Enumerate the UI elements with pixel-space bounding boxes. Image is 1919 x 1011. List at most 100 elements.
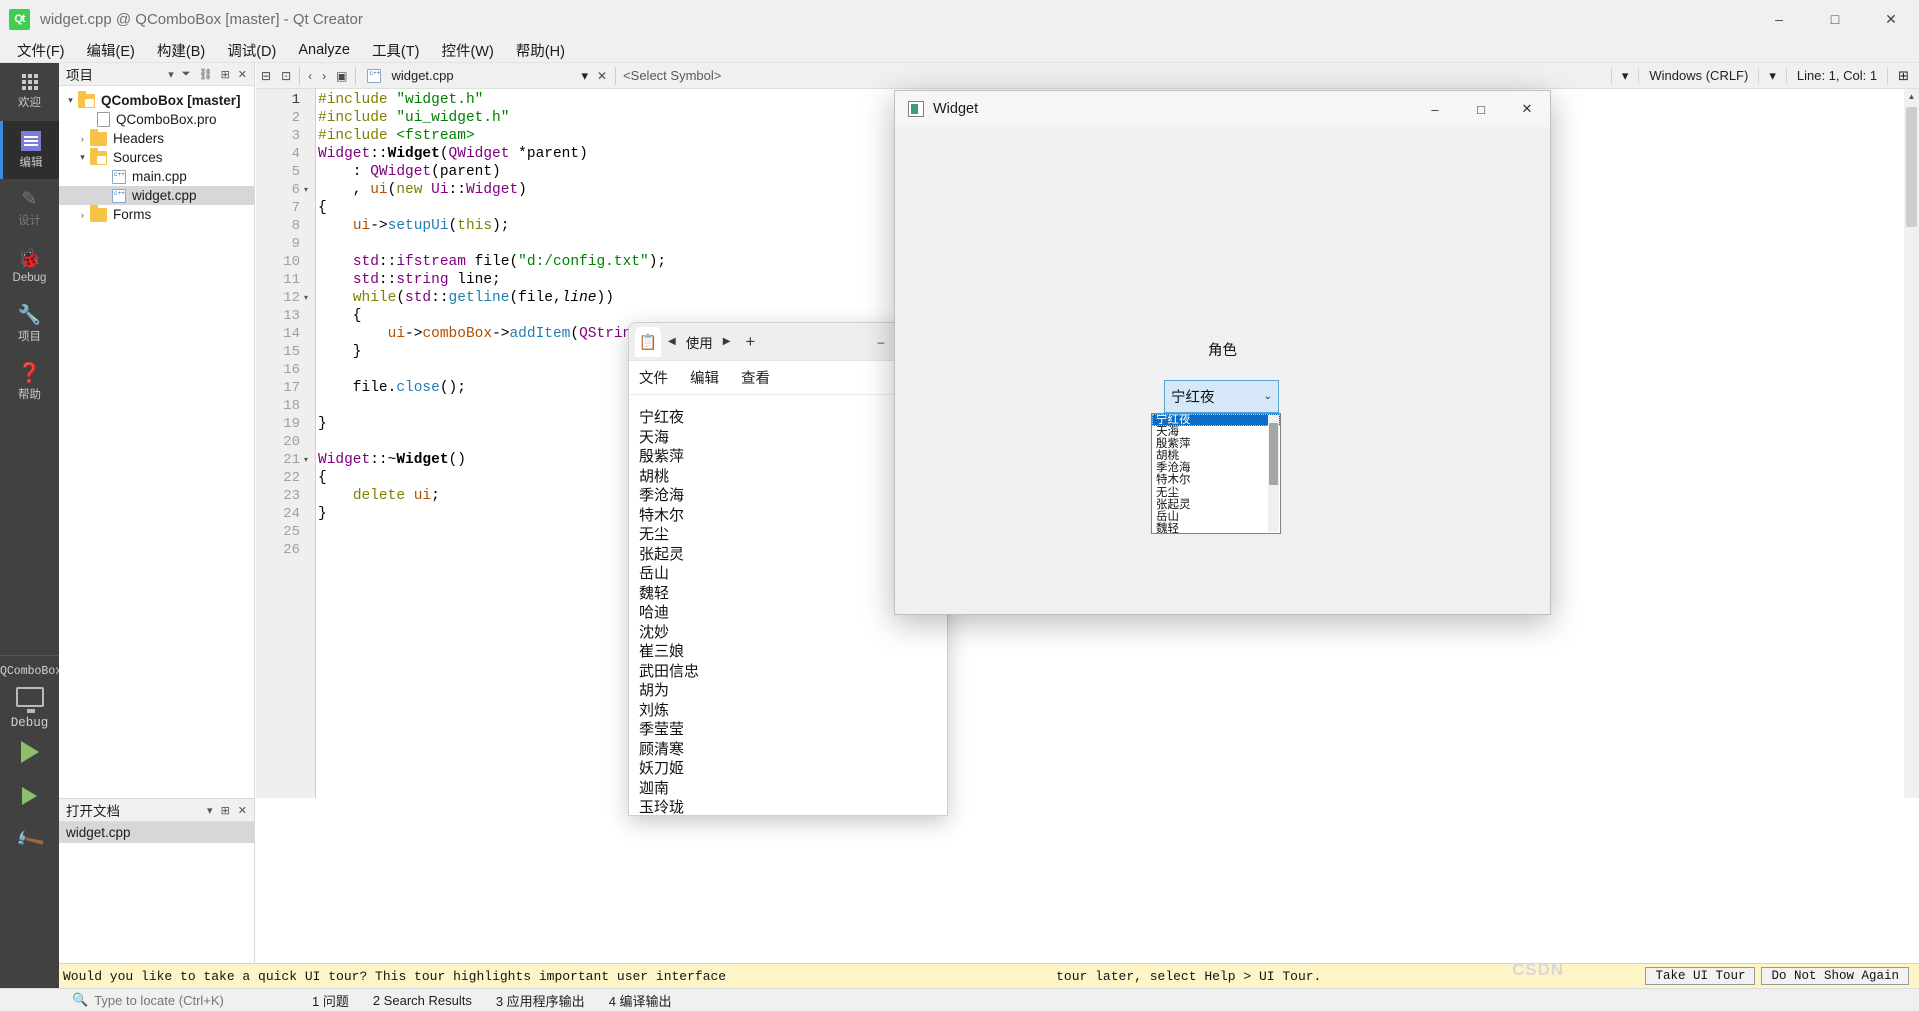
unsplit-editor-icon[interactable]: ⊡ [276,69,296,83]
tab-next-icon[interactable]: ▶ [718,336,736,347]
code-line[interactable]: file.close(); [318,379,466,397]
code-line[interactable]: #include <fstream> [318,127,475,145]
bookmark-icon[interactable]: ▣ [331,69,352,83]
twisty-icon[interactable]: › [75,210,90,220]
code-line[interactable]: #include "widget.h" [318,91,483,109]
mode-edit[interactable]: 编辑 [0,121,59,179]
dropdown-item[interactable]: 特木尔 [1152,474,1280,486]
notepad-menu-view[interactable]: 查看 [741,367,770,388]
dropdown-item[interactable]: 胡桃 [1152,450,1280,462]
line-ending-chevron-icon[interactable]: ▾ [1758,67,1786,84]
widget-close-button[interactable]: ✕ [1504,91,1550,127]
dropdown-item[interactable]: 宁红夜 [1152,414,1280,427]
locator-search[interactable]: 🔍 [0,992,300,1008]
code-line[interactable]: Widget::Widget(QWidget *parent) [318,145,588,163]
code-line[interactable]: Widget::~Widget() [318,451,466,469]
new-tab-icon[interactable]: + [737,332,763,352]
kit-selector[interactable]: QComboBox Debug 🔨 [0,655,62,1011]
do-not-show-again-button[interactable]: Do Not Show Again [1761,967,1909,985]
menu-file[interactable]: 文件(F) [6,38,76,63]
close-icon[interactable]: ✕ [234,804,251,817]
widget-maximize-button[interactable]: □ [1458,91,1504,127]
twisty-icon[interactable]: ▾ [63,95,78,106]
tree-item-main-cpp[interactable]: main.cpp [59,167,254,186]
dropdown-item[interactable]: 张起灵 [1152,499,1280,511]
code-line[interactable]: #include "ui_widget.h" [318,109,509,127]
split-editor-icon[interactable]: ⊟ [256,69,276,83]
status-issues[interactable]: 1 问题 [300,991,361,1010]
dropdown-item[interactable]: 天海 [1152,426,1280,438]
code-line[interactable]: delete ui; [318,487,440,505]
mode-debug[interactable]: 🐞 Debug [0,237,59,295]
dropdown-item[interactable]: 无尘 [1152,487,1280,499]
notepad-tab-label[interactable]: 使用 [683,332,716,352]
fold-marker-icon[interactable]: ▾ [304,451,314,469]
close-icon[interactable]: ✕ [234,68,251,81]
current-file-combo[interactable]: widget.cpp ▾ [359,65,592,87]
split-icon[interactable]: ⊞ [217,804,234,817]
mode-design[interactable]: ✎ 设计 [0,179,59,237]
dropdown-item[interactable]: 殷紫萍 [1152,438,1280,450]
twisty-icon[interactable]: ▾ [75,152,90,163]
symbol-selector[interactable]: <Select Symbol> [619,68,721,83]
chevron-down-icon[interactable]: ⌄ [1264,391,1272,402]
code-line[interactable]: : QWidget(parent) [318,163,501,181]
widget-minimize-button[interactable]: – [1412,91,1458,127]
menu-analyze[interactable]: Analyze [287,40,361,60]
chevron-down-icon[interactable]: ▾ [581,68,588,84]
dropdown-item[interactable]: 季沧海 [1152,462,1280,474]
status-app-output[interactable]: 3 应用程序输出 [484,991,597,1010]
open-document-item[interactable]: widget.cpp [59,822,254,843]
code-line[interactable]: } [318,505,327,523]
tab-prev-icon[interactable]: ◀ [663,336,681,347]
dropdown-item[interactable]: 魏轻 [1152,523,1280,533]
split-icon[interactable]: ⊞ [217,68,234,81]
tree-item-forms[interactable]: › Forms [59,204,254,224]
code-line[interactable]: std::ifstream file("d:/config.txt"); [318,253,666,271]
menu-build[interactable]: 构建(B) [146,38,216,63]
dropdown-scrollbar[interactable] [1268,415,1279,532]
menu-edit[interactable]: 编辑(E) [76,38,146,63]
tree-item-sources[interactable]: ▾ Sources [59,147,254,167]
maximize-button[interactable]: □ [1807,0,1863,38]
scrollbar-thumb[interactable] [1906,107,1917,227]
code-line[interactable]: , ui(new Ui::Widget) [318,181,527,199]
take-ui-tour-button[interactable]: Take UI Tour [1645,967,1756,985]
close-editor-icon[interactable]: ✕ [592,69,612,83]
widget-app-window[interactable]: Widget – □ ✕ 角色 宁红夜 ⌄ 宁红夜 天海 殷紫萍 胡桃 季沧海 特木尔 无尘… [894,90,1551,615]
notepad-menu-file[interactable]: 文件 [639,367,668,388]
status-search-results[interactable]: 2 Search Results [361,993,484,1008]
status-compile-output[interactable]: 4 编译输出 [597,991,684,1010]
chevron-down-icon[interactable]: ▾ [164,68,178,81]
symbol-dropdown-icon[interactable]: ▾ [1610,67,1639,84]
chevron-down-icon[interactable]: ▾ [203,804,217,817]
menu-widgets[interactable]: 控件(W) [430,38,504,63]
split-view-icon[interactable]: ⊞ [1887,67,1919,84]
mode-welcome[interactable]: 欢迎 [0,63,59,121]
menu-debug[interactable]: 调试(D) [216,38,287,63]
build-button[interactable]: 🔨 [0,818,59,862]
mode-help[interactable]: ❓ 帮助 [0,353,59,411]
tree-item-widget-cpp[interactable]: widget.cpp [59,186,254,205]
dropdown-item-list[interactable]: 宁红夜 天海 殷紫萍 胡桃 季沧海 特木尔 无尘 张起灵 岳山 魏轻 [1152,414,1280,533]
role-combobox-dropdown[interactable]: 宁红夜 天海 殷紫萍 胡桃 季沧海 特木尔 无尘 张起灵 岳山 魏轻 [1151,413,1281,534]
tree-item-pro-file[interactable]: QComboBox.pro [59,110,254,129]
code-line[interactable]: { [318,199,327,217]
role-combobox[interactable]: 宁红夜 ⌄ [1164,380,1279,413]
menu-tools[interactable]: 工具(T) [361,38,431,63]
minimize-button[interactable]: – [1751,0,1807,38]
notepad-menu-edit[interactable]: 编辑 [690,367,719,388]
code-line[interactable]: { [318,469,327,487]
search-input[interactable] [94,992,300,1008]
dropdown-item[interactable]: 岳山 [1152,511,1280,523]
code-line[interactable]: } [318,343,362,361]
close-button[interactable]: ✕ [1863,0,1919,38]
code-line[interactable]: { [318,307,362,325]
code-line[interactable]: ui->setupUi(this); [318,217,510,235]
run-button[interactable] [0,730,59,774]
mode-projects[interactable]: 🔧 项目 [0,295,59,353]
filter-icon[interactable]: ⏷ [178,68,195,81]
debug-run-button[interactable] [0,774,59,818]
link-icon[interactable]: ⛓ [195,68,217,81]
tree-item-project[interactable]: ▾ QComboBox [master] [59,90,254,110]
